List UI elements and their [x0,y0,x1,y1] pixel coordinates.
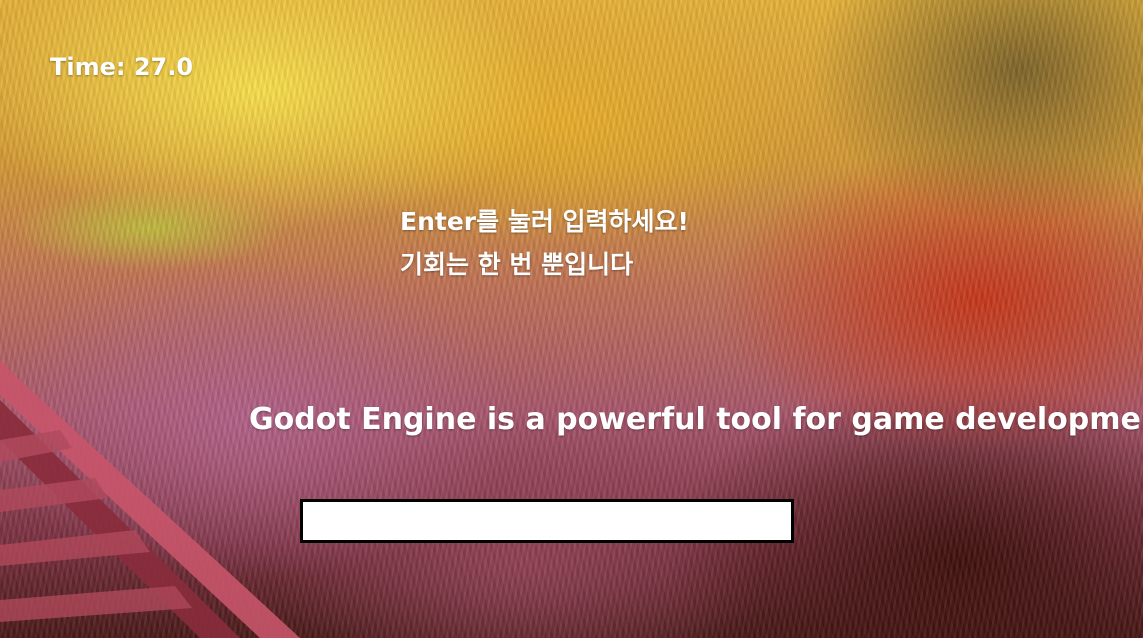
instruction-text: Enter를 눌러 입력하세요! 기회는 한 번 뿐입니다 [400,200,689,286]
instruction-line-2: 기회는 한 번 뿐입니다 [400,250,634,279]
game-screen: Time: 27.0 Enter를 눌러 입력하세요! 기회는 한 번 뿐입니다… [0,0,1143,638]
typing-input[interactable] [300,499,794,543]
instruction-line-1: Enter를 눌러 입력하세요! [400,207,689,236]
timer-label: Time: 27.0 [50,53,194,81]
target-sentence: Godot Engine is a powerful tool for game… [249,402,1143,437]
